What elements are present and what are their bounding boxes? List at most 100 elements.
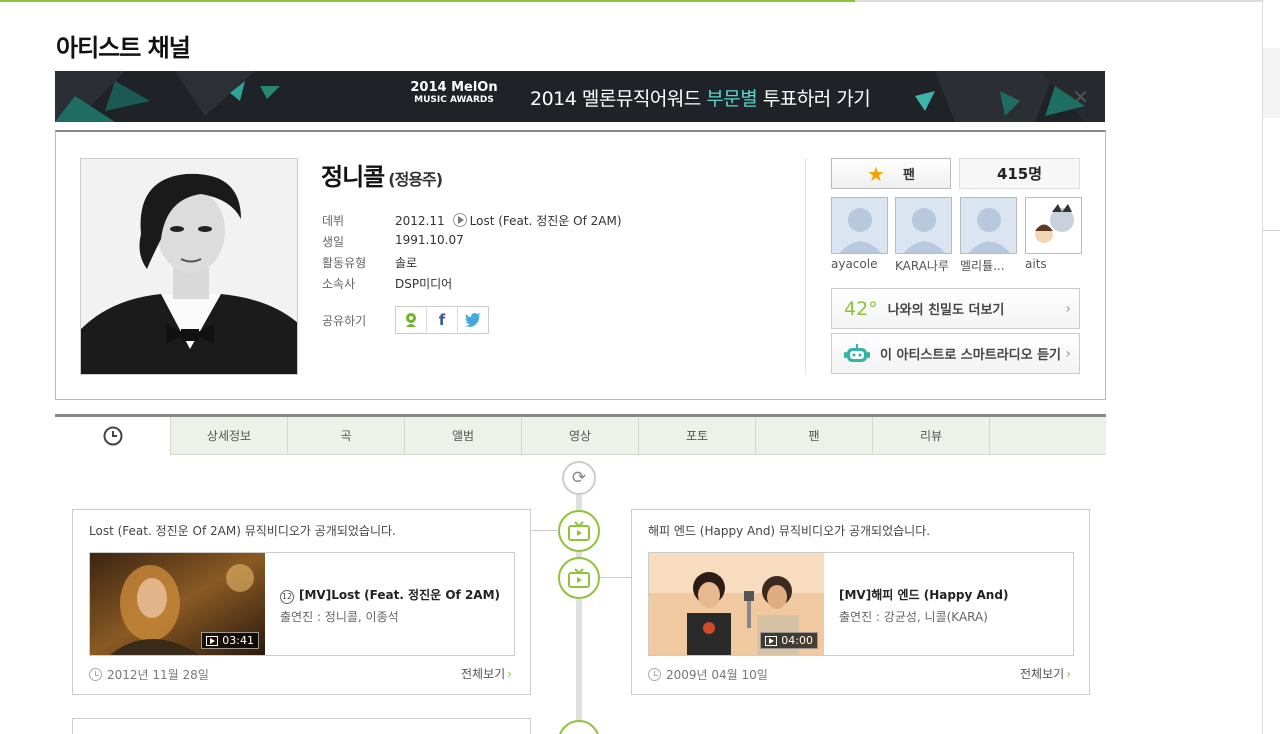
duration-text: 03:41 xyxy=(222,634,254,647)
card-date: 2009년 04월 10일 xyxy=(648,666,768,683)
radio-robot-icon xyxy=(844,343,870,364)
video-duration: 04:00 xyxy=(760,632,818,649)
video-title[interactable]: [MV]해피 엔드 (Happy And) xyxy=(839,586,1061,603)
smart-radio-button[interactable]: 이 아티스트로 스마트라디오 듣기 › xyxy=(831,333,1080,374)
refresh-icon[interactable]: ⟳ xyxy=(562,461,596,495)
timeline-card-title[interactable]: Lost (Feat. 정진운 Of 2AM) 뮤직비디오가 공개되었습니다. xyxy=(89,522,396,539)
tab-videos[interactable]: 영상 xyxy=(522,417,639,455)
info-label: 데뷔 xyxy=(322,214,345,228)
timeline-card: 해피 엔드 (Happy And) 뮤직비디오가 공개되었습니다. 04:00 … xyxy=(631,509,1090,695)
banner-text-main: 2014 멜론뮤직어워드 xyxy=(530,88,707,110)
fan-avatar[interactable] xyxy=(831,197,888,254)
debut-song-link[interactable]: Lost (Feat. 정진운 Of 2AM) xyxy=(470,214,622,228)
tab-photos[interactable]: 포토 xyxy=(639,417,756,455)
close-icon[interactable]: ✕ xyxy=(1072,85,1089,109)
facebook-icon[interactable]: f xyxy=(427,307,458,333)
info-agency: 소속사 DSP미디어 xyxy=(322,275,452,292)
video-item[interactable]: 03:41 12 [MV]Lost (Feat. 정진운 Of 2AM) 출연진 … xyxy=(89,552,515,656)
artist-name-text: 정니콜 xyxy=(321,163,385,191)
info-label: 소속사 xyxy=(322,277,356,291)
tab-albums[interactable]: 앨범 xyxy=(405,417,522,455)
info-debut: 데뷔 2012.11 Lost (Feat. 정진운 Of 2AM) xyxy=(322,212,622,229)
fan-button-label: 팬 xyxy=(902,168,915,183)
info-birthday: 생일 1991.10.07 xyxy=(322,233,464,250)
view-all-link[interactable]: 전체보기 › xyxy=(461,665,512,682)
info-label: 활동유형 xyxy=(322,256,367,270)
melon-share-icon[interactable] xyxy=(396,307,427,333)
video-thumbnail[interactable]: 04:00 xyxy=(649,553,824,655)
date-text: 2009년 04월 10일 xyxy=(666,668,768,682)
tab-timeline[interactable] xyxy=(55,417,171,455)
chevron-right-icon: › xyxy=(1065,345,1071,362)
view-all-link[interactable]: 전체보기 › xyxy=(1020,665,1071,682)
video-item[interactable]: 04:00 [MV]해피 엔드 (Happy And) 출연진 : 강균성, 니… xyxy=(648,552,1074,656)
fan-count: 415명 xyxy=(959,158,1080,189)
banner-text-highlight: 부문별 xyxy=(706,88,758,110)
view-all-text: 전체보기 xyxy=(1020,667,1065,681)
melon-awards-logo: 2014 MelOn MUSIC AWARDS xyxy=(395,81,513,113)
smart-radio-label: 이 아티스트로 스마트라디오 듣기 xyxy=(880,348,1062,363)
right-edge-panel xyxy=(1262,0,1280,734)
page-title: 아티스트 채널 xyxy=(56,34,191,62)
artist-profile: 정니콜 (정용주) 데뷔 2012.11 Lost (Feat. 정진운 Of 2A… xyxy=(55,130,1106,400)
play-icon[interactable] xyxy=(452,213,467,227)
melon-awards-banner[interactable]: 2014 MelOn MUSIC AWARDS 2014 멜론뮤직어워드 부문별… xyxy=(55,71,1105,122)
share-label: 공유하기 xyxy=(322,314,367,328)
info-value: 솔로 xyxy=(395,256,418,270)
clock-icon xyxy=(648,668,661,681)
video-tv-icon xyxy=(558,510,600,552)
twitter-icon[interactable] xyxy=(458,307,488,333)
clock-icon xyxy=(103,426,122,446)
info-value: 2012.11 Lost (Feat. 정진운 Of 2AM) xyxy=(395,212,622,229)
fan-button[interactable]: ★ 팬 xyxy=(831,158,951,189)
star-icon: ★ xyxy=(867,161,885,186)
date-text: 2012년 11월 28일 xyxy=(107,668,209,682)
fan-name[interactable]: KARA나루 xyxy=(895,257,955,274)
fan-name[interactable]: 멜리튤... xyxy=(960,257,1020,274)
play-icon xyxy=(765,635,778,646)
chevron-right-icon: › xyxy=(1066,667,1071,681)
share-buttons: f xyxy=(395,306,489,334)
logo-line1: 2014 MelOn xyxy=(410,80,498,95)
fan-name[interactable]: ayacole xyxy=(831,257,891,271)
card-date: 2012년 11월 28일 xyxy=(89,666,209,683)
timeline-card-next xyxy=(72,718,531,734)
intimacy-label: 나와의 친밀도 더보기 xyxy=(887,303,1005,318)
play-icon xyxy=(206,635,219,646)
fan-name[interactable]: aits xyxy=(1025,257,1085,271)
connector xyxy=(531,530,559,531)
right-edge-block xyxy=(1263,48,1280,118)
video-title[interactable]: 12 [MV]Lost (Feat. 정진운 Of 2AM) xyxy=(280,586,502,604)
tab-filler xyxy=(990,417,1106,455)
timeline-card-title[interactable]: 해피 엔드 (Happy And) 뮤직비디오가 공개되었습니다. xyxy=(648,522,930,539)
artist-real-name: (정용주) xyxy=(388,170,443,189)
profile-divider xyxy=(805,158,806,374)
video-thumbnail[interactable]: 03:41 xyxy=(90,553,265,655)
artist-name: 정니콜 (정용주) xyxy=(321,157,443,192)
info-value: 1991.10.07 xyxy=(395,233,464,247)
artist-tabs: 상세정보 곡 앨범 영상 포토 팬 리뷰 xyxy=(55,414,1106,455)
timeline-card: Lost (Feat. 정진운 Of 2AM) 뮤직비디오가 공개되었습니다. … xyxy=(72,509,531,695)
intimacy-button[interactable]: 42° 나와의 친밀도 더보기 › xyxy=(831,288,1080,329)
video-duration: 03:41 xyxy=(201,632,259,649)
right-edge-divider xyxy=(1263,230,1280,231)
tab-reviews[interactable]: 리뷰 xyxy=(873,417,990,455)
artist-photo xyxy=(80,158,298,375)
connector xyxy=(600,577,632,578)
video-cast: 출연진 : 강균성, 니콜(KARA) xyxy=(839,610,988,624)
info-label: 생일 xyxy=(322,235,345,249)
info-activity-type: 활동유형 솔로 xyxy=(322,254,417,271)
tab-fans[interactable]: 팬 xyxy=(756,417,873,455)
video-tv-icon xyxy=(558,557,600,599)
duration-text: 04:00 xyxy=(781,634,813,647)
age-rating-icon: 12 xyxy=(280,590,294,604)
fan-avatar[interactable] xyxy=(1025,197,1082,254)
tab-songs[interactable]: 곡 xyxy=(288,417,405,455)
tab-detail[interactable]: 상세정보 xyxy=(171,417,288,455)
logo-line2: MUSIC AWARDS xyxy=(414,95,494,105)
fan-avatar[interactable] xyxy=(960,197,1017,254)
chevron-right-icon: › xyxy=(1065,300,1071,317)
debut-date: 2012.11 xyxy=(395,214,445,228)
view-all-text: 전체보기 xyxy=(461,667,506,681)
fan-avatar[interactable] xyxy=(895,197,952,254)
